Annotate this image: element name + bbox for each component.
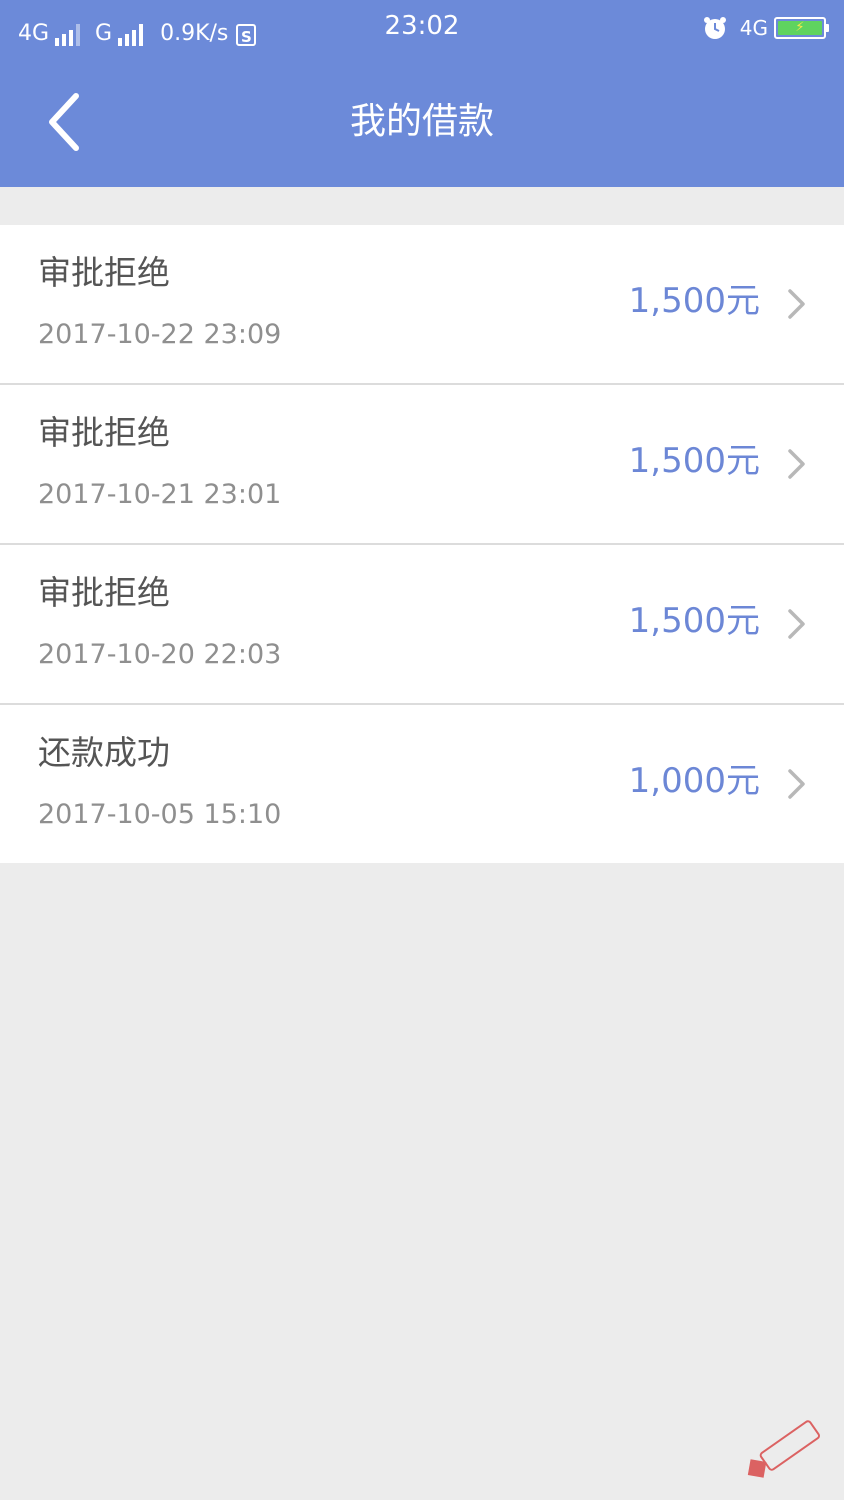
- loan-row[interactable]: 审批拒绝 2017-10-22 23:09 1,500元: [0, 225, 844, 385]
- loan-amount: 1,500元: [628, 281, 760, 321]
- loan-row[interactable]: 审批拒绝 2017-10-21 23:01 1,500元: [0, 385, 844, 545]
- nav-bar: 我的借款: [0, 56, 844, 187]
- loan-status: 审批拒绝: [38, 413, 170, 452]
- chevron-right-icon: [788, 289, 805, 319]
- chevron-right-icon: [788, 609, 805, 639]
- loan-row[interactable]: 审批拒绝 2017-10-20 22:03 1,500元: [0, 545, 844, 705]
- page-title: 我的借款: [349, 101, 494, 142]
- loan-time: 2017-10-22 23:09: [38, 319, 282, 350]
- status-right: 4G ⚡: [702, 12, 829, 44]
- battery-charging-icon: ⚡: [774, 17, 829, 39]
- chevron-right-icon: [788, 449, 805, 479]
- status-bar: 4G G 0.9K/s S 23:02 4G ⚡: [0, 0, 844, 56]
- loan-status: 还款成功: [38, 733, 170, 772]
- back-button[interactable]: [30, 84, 100, 160]
- loan-time: 2017-10-21 23:01: [38, 479, 282, 510]
- loan-status: 审批拒绝: [38, 573, 170, 612]
- loan-amount: 1,500元: [628, 601, 760, 641]
- alarm-clock-icon: [703, 17, 726, 39]
- loan-time: 2017-10-05 15:10: [38, 799, 282, 830]
- loan-amount: 1,500元: [628, 441, 760, 481]
- watermark-logo-icon: [747, 1420, 820, 1478]
- loan-status: 审批拒绝: [38, 253, 170, 292]
- loan-row[interactable]: 还款成功 2017-10-05 15:10 1,000元: [0, 705, 844, 863]
- network-label-right: 4G: [739, 16, 768, 40]
- chevron-left-icon: [49, 93, 79, 151]
- loan-list: 审批拒绝 2017-10-22 23:09 1,500元 审批拒绝 2017-1…: [0, 225, 844, 863]
- app-header: 4G G 0.9K/s S 23:02 4G ⚡ 我的借款: [0, 0, 844, 187]
- loan-amount: 1,000元: [628, 761, 760, 801]
- loan-time: 2017-10-20 22:03: [38, 639, 282, 670]
- chevron-right-icon: [788, 769, 805, 799]
